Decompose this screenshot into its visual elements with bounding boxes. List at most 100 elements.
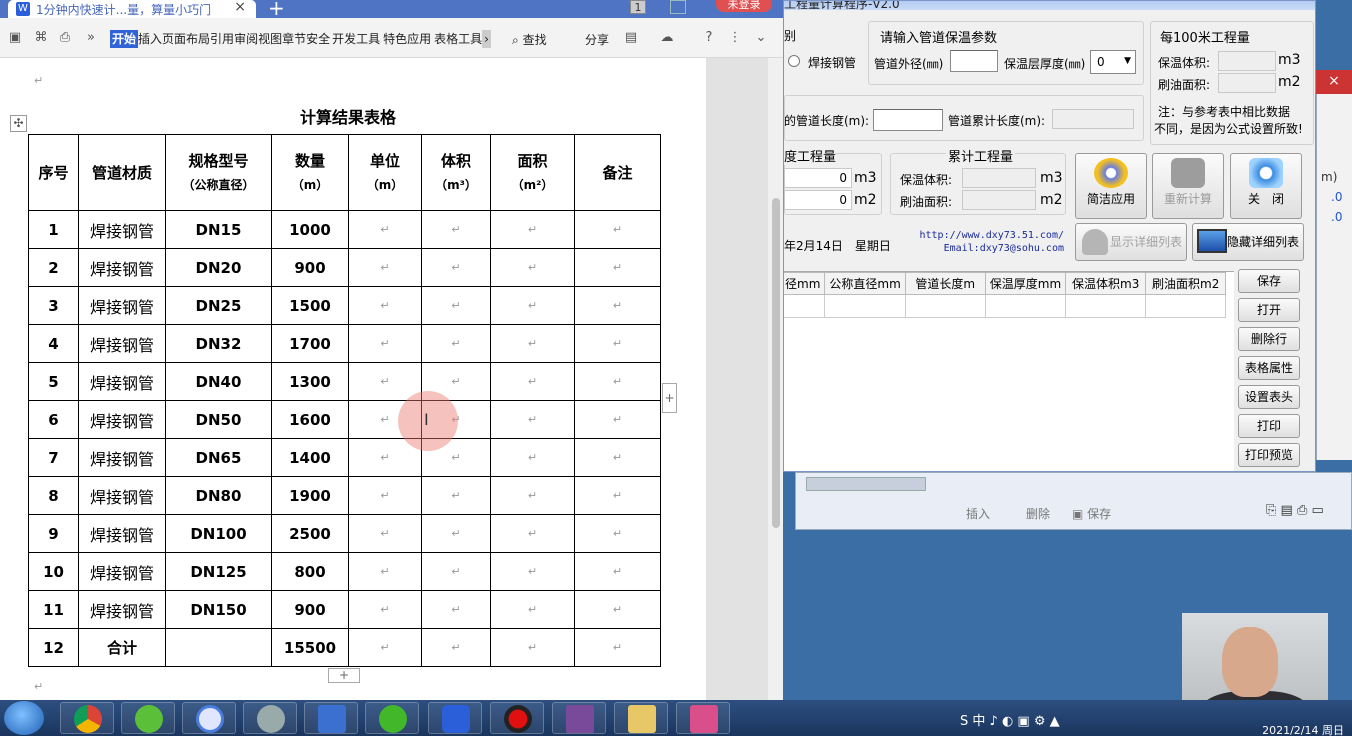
table-cell[interactable]: DN20 (165, 248, 272, 287)
table-cell[interactable]: 焊接钢管 (78, 590, 166, 629)
table-cell[interactable]: ↵ (490, 476, 575, 515)
bg-save-button[interactable]: ▣ 保存 (1072, 505, 1111, 522)
taskbar-paint[interactable] (676, 702, 730, 734)
table-cell[interactable]: ↵ (574, 400, 661, 439)
taskbar-ie[interactable] (121, 702, 175, 734)
save-icon[interactable]: ▣ (8, 31, 22, 45)
table-cell[interactable]: 10 (28, 552, 79, 591)
table-cell[interactable]: DN150 (165, 590, 272, 629)
table-row[interactable]: 11 焊接钢管 DN150 900 ↵ ↵ ↵ ↵ (28, 590, 661, 629)
table-cell[interactable]: 2 (28, 248, 79, 287)
hide-detail-button[interactable]: 隐藏详细列表 (1192, 223, 1304, 261)
menu-section[interactable]: 章节 (282, 30, 306, 48)
close-app-button[interactable]: 关 闭 (1230, 153, 1302, 219)
add-row-button[interactable]: + (328, 668, 360, 683)
table-cell[interactable]: 焊接钢管 (78, 552, 166, 591)
grid-cell[interactable] (984, 294, 1067, 318)
taskbar-baidu[interactable] (182, 702, 236, 734)
more-icon[interactable]: » (84, 31, 98, 45)
table-cell[interactable]: DN125 (165, 552, 272, 591)
table-cell[interactable]: 2500 (271, 514, 349, 553)
table-cell[interactable]: DN25 (165, 286, 272, 325)
table-cell[interactable]: ↵ (490, 514, 575, 553)
table-cell[interactable]: ↵ (348, 362, 422, 401)
side-button[interactable]: 打开 (1238, 298, 1300, 322)
table-cell[interactable]: 4 (28, 324, 79, 363)
table-cell[interactable]: ↵ (574, 438, 661, 477)
cloud-icon[interactable]: ☁ (660, 31, 674, 45)
header-cell[interactable]: 备注 (574, 134, 661, 211)
grid-cell[interactable] (824, 294, 906, 318)
grid-cell[interactable] (1145, 294, 1227, 318)
grid-cell[interactable] (1065, 294, 1147, 318)
table-cell[interactable]: DN40 (165, 362, 272, 401)
table-cell[interactable]: DN32 (165, 324, 272, 363)
table-row[interactable]: 8 焊接钢管 DN80 1900 ↵ ↵ ↵ ↵ (28, 476, 661, 515)
header-cell[interactable]: 管道材质 (78, 134, 166, 211)
table-row[interactable]: 1 焊接钢管 DN15 1000 ↵ ↵ ↵ ↵ (28, 210, 661, 249)
table-row[interactable]: 7 焊接钢管 DN65 1400 ↵ ↵ ↵ ↵ (28, 438, 661, 477)
header-cell[interactable]: 序号 (28, 134, 79, 211)
table-cell[interactable]: ↵ (348, 476, 422, 515)
header-cell[interactable]: 面积 （m²） (490, 134, 575, 211)
table-cell[interactable]: ↵ (348, 324, 422, 363)
table-cell[interactable]: ↵ (490, 438, 575, 477)
start-button[interactable] (4, 701, 44, 735)
format-painter-icon[interactable]: ⌘ (34, 31, 48, 45)
header-cell[interactable]: 体积 （m³） (421, 134, 491, 211)
menu-home[interactable]: 开始 (110, 30, 139, 48)
table-cell[interactable]: 1 (28, 210, 79, 249)
table-row[interactable]: 9 焊接钢管 DN100 2500 ↵ ↵ ↵ ↵ (28, 514, 661, 553)
menu-security[interactable]: 安全 (306, 30, 330, 48)
taskbar-clock[interactable]: 2021/2/14 周日 (1262, 722, 1344, 736)
table-cell[interactable]: ↵ (490, 248, 575, 287)
print-icon[interactable]: ⎙ (58, 31, 72, 45)
table-cell[interactable]: 焊接钢管 (78, 362, 166, 401)
taskbar-video[interactable] (304, 702, 358, 734)
table-cell[interactable]: 8 (28, 476, 79, 515)
table-cell[interactable]: 合计 (78, 628, 166, 667)
table-cell[interactable]: ↵ (574, 286, 661, 325)
side-button[interactable]: 保存 (1238, 269, 1300, 293)
outer-diameter-input[interactable] (950, 50, 998, 72)
vertical-scrollbar[interactable] (768, 58, 783, 700)
detail-grid-row[interactable] (784, 294, 1227, 318)
menu-view[interactable]: 视图 (258, 30, 282, 48)
table-row[interactable]: 5 焊接钢管 DN40 1300 ↵ ↵ ↵ ↵ (28, 362, 661, 401)
side-button[interactable]: 表格属性 (1238, 356, 1300, 380)
table-cell[interactable]: ↵ (348, 590, 422, 629)
table-cell[interactable]: 15500 (271, 628, 349, 667)
grid-header-cell[interactable]: 公称直径mm (824, 272, 906, 295)
login-button[interactable]: 未登录 (716, 0, 772, 12)
table-cell[interactable]: ↵ (490, 628, 575, 667)
table-cell[interactable]: 9 (28, 514, 79, 553)
table-cell[interactable]: 1400 (271, 438, 349, 477)
table-cell[interactable]: 焊接钢管 (78, 210, 166, 249)
table-cell[interactable]: DN65 (165, 438, 272, 477)
table-cell[interactable]: 3 (28, 286, 79, 325)
menu-insert[interactable]: 插入 (138, 30, 162, 48)
table-row[interactable]: 12 合计 15500 ↵ ↵ ↵ ↵ (28, 628, 661, 667)
grid-cell[interactable] (904, 294, 986, 318)
table-cell[interactable]: ↵ (421, 476, 491, 515)
table-cell[interactable]: ↵ (348, 628, 422, 667)
table-cell[interactable]: DN15 (165, 210, 272, 249)
table-cell[interactable]: 焊接钢管 (78, 400, 166, 439)
grid-header-cell[interactable]: 保温体积m3 (1065, 272, 1147, 295)
side-button[interactable]: 打印 (1238, 414, 1300, 438)
table-cell[interactable]: ↵ (574, 514, 661, 553)
table-cell[interactable]: 1500 (271, 286, 349, 325)
table-cell[interactable]: ↵ (490, 552, 575, 591)
table-cell[interactable]: ↵ (490, 210, 575, 249)
taskbar-book[interactable] (552, 702, 606, 734)
menu-devtools[interactable]: 开发工具 (332, 30, 380, 48)
insulation-thickness-select[interactable]: 0 ▼ (1090, 50, 1136, 74)
close-tab-icon[interactable]: × (234, 0, 246, 15)
table-cell[interactable]: 1700 (271, 324, 349, 363)
table-cell[interactable]: 焊接钢管 (78, 286, 166, 325)
header-cell[interactable]: 单位 （m） (348, 134, 422, 211)
table-cell[interactable]: ↵ (348, 248, 422, 287)
result-table[interactable]: 序号 管道材质 规格型号 （公称直径） 数量 （m） 单位 （m） 体积 （m³） 面积 （m²） 备注… (28, 134, 661, 667)
table-cell[interactable]: 12 (28, 628, 79, 667)
find-button[interactable]: ⌕ 查找 (512, 31, 547, 48)
